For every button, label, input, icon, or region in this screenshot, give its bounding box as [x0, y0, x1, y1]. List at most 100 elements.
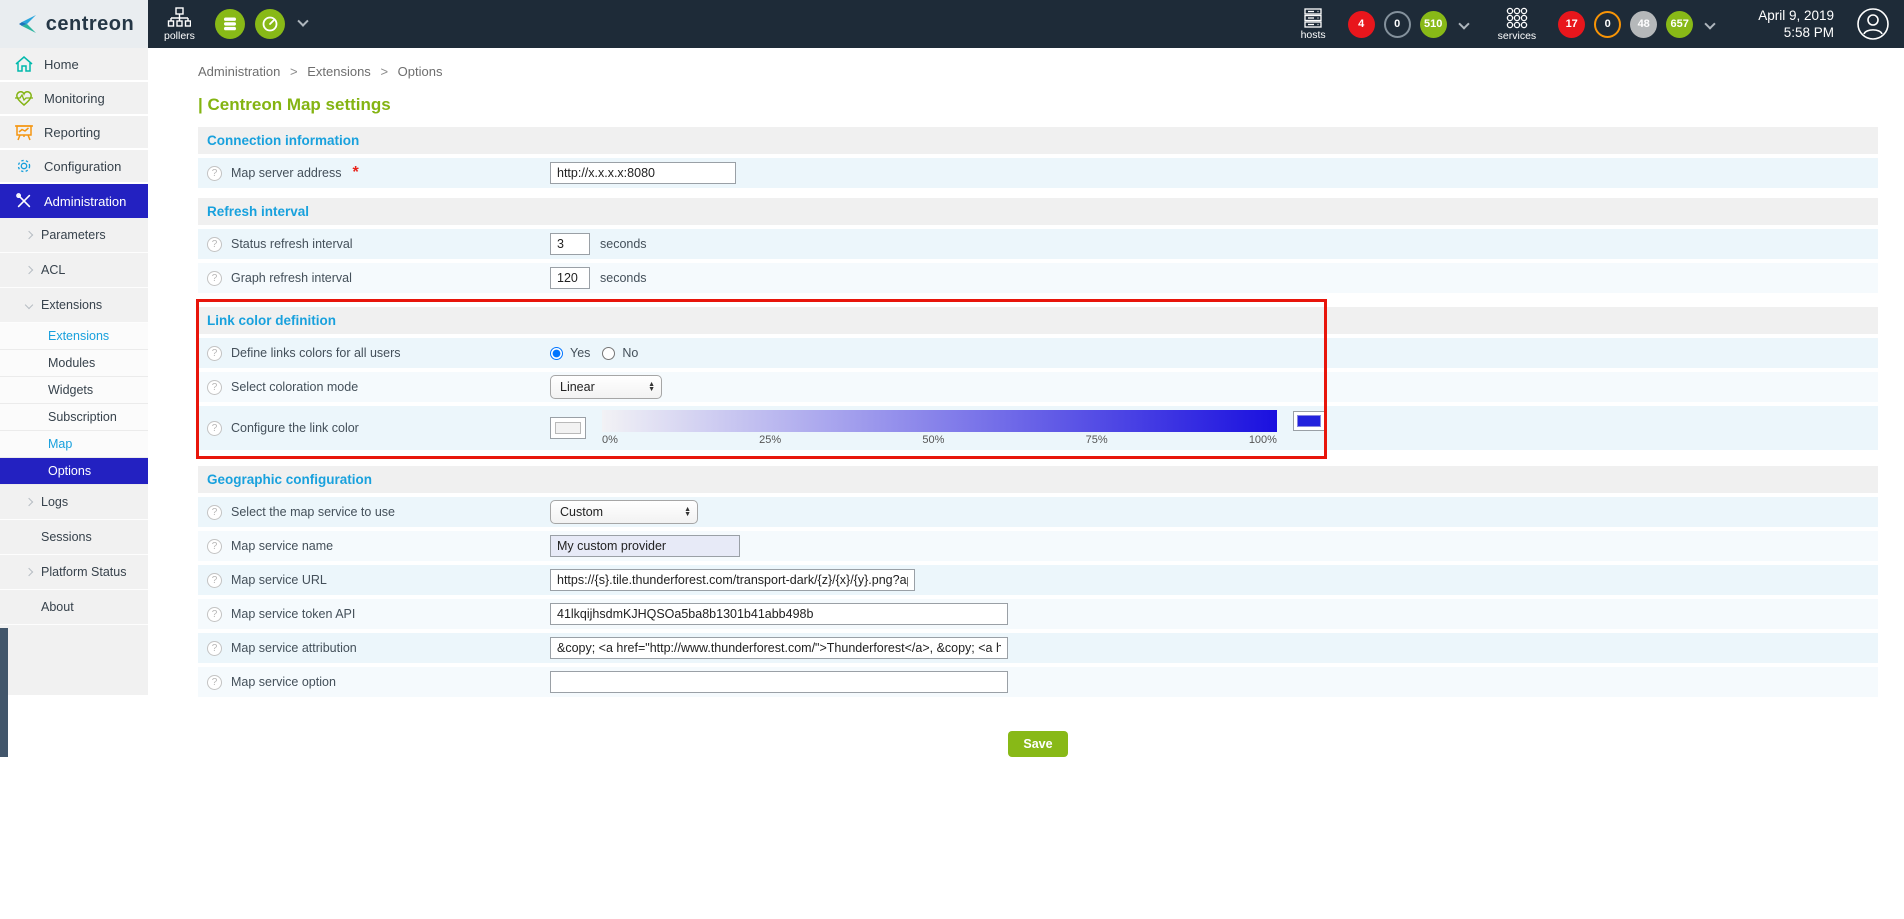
help-icon[interactable]: ?	[207, 539, 222, 554]
sidebar-item-platform-status[interactable]: Platform Status	[0, 555, 148, 590]
field-label: Map service attribution	[231, 641, 357, 655]
help-icon[interactable]: ?	[207, 505, 222, 520]
hosts-down-badge[interactable]: 4	[1348, 11, 1375, 38]
services-chevron-down-icon[interactable]	[1705, 18, 1716, 29]
start-color-swatch[interactable]	[550, 417, 586, 439]
chevron-down-icon	[25, 301, 33, 309]
map-service-url-input[interactable]	[550, 569, 915, 591]
coloration-mode-select[interactable]: Linear ▲▼	[550, 375, 662, 399]
sidebar-item-reporting[interactable]: Reporting	[0, 116, 148, 150]
services-unknown-badge[interactable]: 48	[1630, 11, 1657, 38]
section-header: Refresh interval	[198, 198, 1878, 225]
hosts-button[interactable]: hosts	[1301, 8, 1326, 41]
services-ok-badge[interactable]: 657	[1666, 11, 1693, 38]
required-asterisk: *	[352, 164, 358, 182]
sidebar-item-home[interactable]: Home	[0, 48, 148, 82]
hosts-up-badge[interactable]: 510	[1420, 11, 1447, 38]
breadcrumb-administration[interactable]: Administration	[198, 64, 280, 79]
services-critical-badge[interactable]: 17	[1558, 11, 1585, 38]
sidebar-item-about[interactable]: About	[0, 590, 148, 625]
sidebar-item-label: Extensions	[48, 329, 109, 343]
breadcrumb-extensions[interactable]: Extensions	[307, 64, 371, 79]
user-menu-button[interactable]	[1856, 7, 1890, 41]
help-icon[interactable]: ?	[207, 237, 222, 252]
field-label: Map service URL	[231, 573, 327, 587]
configure-link-color-row: ? Configure the link color 0% 25% 50% 75…	[198, 406, 1878, 450]
centreon-logo[interactable]: centreon	[0, 0, 148, 48]
map-service-token-row: ? Map service token API	[198, 599, 1878, 629]
map-server-address-input[interactable]	[550, 162, 736, 184]
hosts-icon	[1302, 8, 1324, 28]
pollers-chevron-down-icon[interactable]	[297, 16, 308, 27]
help-icon[interactable]: ?	[207, 166, 222, 181]
help-icon[interactable]: ?	[207, 607, 222, 622]
select-arrows-icon: ▲▼	[648, 382, 655, 392]
home-icon	[14, 55, 34, 73]
sidebar-item-label: Extensions	[41, 298, 102, 312]
sidebar-item-options[interactable]: Options	[0, 458, 148, 485]
services-warning-badge[interactable]: 0	[1594, 11, 1621, 38]
end-color-swatch-fill	[1297, 415, 1321, 427]
database-status-button[interactable]	[215, 9, 245, 39]
sidebar-item-label: Modules	[48, 356, 95, 370]
sidebar-item-label: About	[41, 600, 74, 614]
map-service-token-input[interactable]	[550, 603, 1008, 625]
breadcrumb-options[interactable]: Options	[398, 64, 443, 79]
sidebar-item-administration[interactable]: Administration	[0, 184, 148, 218]
scale-label: 25%	[759, 434, 781, 446]
hosts-unreachable-badge[interactable]: 0	[1384, 11, 1411, 38]
services-button[interactable]: services	[1498, 7, 1537, 42]
help-icon[interactable]: ?	[207, 641, 222, 656]
sidebar-item-label: Administration	[44, 194, 126, 209]
time-text: 5:58 PM	[1758, 24, 1834, 41]
map-service-option-row: ? Map service option	[198, 667, 1878, 697]
sidebar-item-monitoring[interactable]: Monitoring	[0, 82, 148, 116]
sidebar-edge-strip	[0, 628, 8, 757]
sidebar-item-widgets[interactable]: Widgets	[0, 377, 148, 404]
sidebar-item-logs[interactable]: Logs	[0, 485, 148, 520]
map-service-name-input[interactable]	[550, 535, 740, 557]
help-icon[interactable]: ?	[207, 421, 222, 436]
sidebar-item-subscription[interactable]: Subscription	[0, 404, 148, 431]
sidebar-item-label: Options	[48, 464, 91, 478]
map-service-select[interactable]: Custom ▲▼	[550, 500, 698, 524]
field-label: Graph refresh interval	[231, 271, 352, 285]
section-header: Geographic configuration	[198, 466, 1878, 493]
sidebar-item-label: Configuration	[44, 159, 121, 174]
hosts-label: hosts	[1301, 29, 1326, 41]
end-color-swatch[interactable]	[1293, 411, 1325, 431]
map-service-option-input[interactable]	[550, 671, 1008, 693]
hosts-chevron-down-icon[interactable]	[1458, 18, 1469, 29]
section-geographic-configuration: Geographic configuration ? Select the ma…	[198, 466, 1878, 697]
status-refresh-input[interactable]	[550, 233, 590, 255]
sidebar-item-extensions[interactable]: Extensions	[0, 288, 148, 323]
map-service-select-row: ? Select the map service to use Custom ▲…	[198, 497, 1878, 527]
help-icon[interactable]: ?	[207, 380, 222, 395]
help-icon[interactable]: ?	[207, 573, 222, 588]
sidebar-item-configuration[interactable]: Configuration	[0, 150, 148, 184]
sidebar-item-acl[interactable]: ACL	[0, 253, 148, 288]
save-button[interactable]: Save	[1008, 731, 1067, 757]
link-color-gradient: 0% 25% 50% 75% 100%	[602, 410, 1277, 446]
latency-status-button[interactable]	[255, 9, 285, 39]
selected-value: Linear	[560, 380, 595, 394]
graph-refresh-input[interactable]	[550, 267, 590, 289]
chevron-right-icon	[25, 498, 33, 506]
sidebar-item-label: Home	[44, 57, 79, 72]
map-service-attribution-input[interactable]	[550, 637, 1008, 659]
sidebar-item-sessions[interactable]: Sessions	[0, 520, 148, 555]
sidebar-item-map[interactable]: Map	[0, 431, 148, 458]
hosts-status-group: hosts 4 0 510	[1301, 8, 1472, 41]
sidebar-item-extensions-manager[interactable]: Extensions	[0, 323, 148, 350]
define-links-no-radio[interactable]	[602, 347, 615, 360]
map-server-address-row: ? Map server address *	[198, 158, 1878, 188]
pollers-button[interactable]: pollers	[164, 7, 195, 42]
sidebar-item-modules[interactable]: Modules	[0, 350, 148, 377]
sidebar-item-parameters[interactable]: Parameters	[0, 218, 148, 253]
help-icon[interactable]: ?	[207, 346, 222, 361]
field-label: Map service name	[231, 539, 333, 553]
define-links-yes-radio[interactable]	[550, 347, 563, 360]
help-icon[interactable]: ?	[207, 675, 222, 690]
help-icon[interactable]: ?	[207, 271, 222, 286]
sidebar-item-label: Logs	[41, 495, 68, 509]
